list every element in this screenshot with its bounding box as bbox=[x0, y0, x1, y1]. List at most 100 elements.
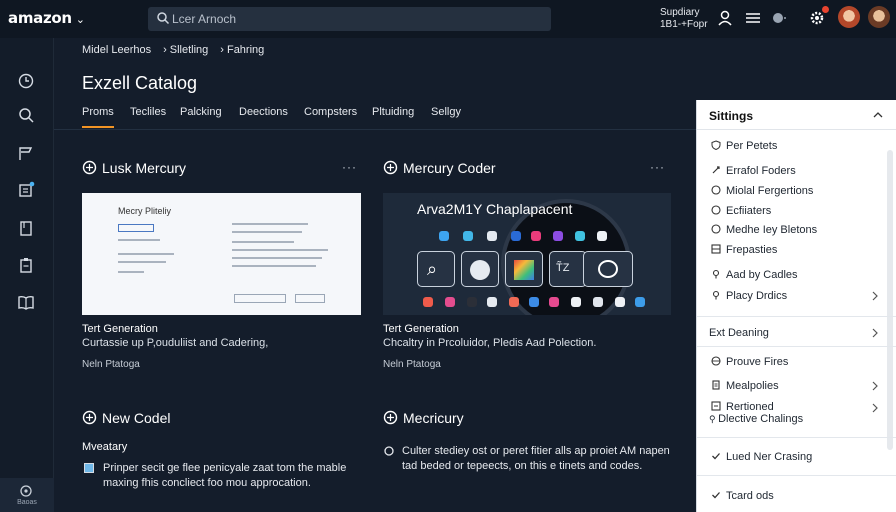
app-icon bbox=[445, 297, 455, 307]
clock-icon[interactable] bbox=[17, 72, 35, 90]
card-title-text: Mecricury bbox=[403, 410, 464, 426]
settings-item-label: Mealpolies bbox=[726, 380, 779, 392]
document-icon[interactable] bbox=[17, 219, 35, 237]
tab-proms[interactable]: Proms bbox=[82, 106, 114, 128]
card-body: Culter stediey ost or peret fitier alls … bbox=[402, 445, 670, 472]
chevron-up-icon[interactable] bbox=[873, 110, 883, 120]
rail-bottom-item[interactable]: Baoas bbox=[0, 478, 54, 512]
settings-item-label: Frepasties bbox=[726, 244, 778, 256]
circle-icon bbox=[711, 224, 721, 234]
tab-deections[interactable]: Deections bbox=[239, 106, 288, 128]
book-icon[interactable] bbox=[17, 293, 35, 311]
search-bar[interactable] bbox=[148, 7, 551, 31]
app-icon bbox=[509, 297, 519, 307]
thumbnail-button bbox=[234, 294, 286, 303]
account-line-2: 1B1-+Fopr bbox=[660, 19, 708, 30]
user-icon[interactable] bbox=[716, 9, 734, 27]
app-icon bbox=[597, 231, 607, 241]
thumbnail-title: Mecry Pliteliy bbox=[118, 206, 172, 216]
search-input[interactable] bbox=[172, 9, 532, 29]
more-options-button[interactable]: ··· bbox=[342, 160, 357, 174]
app-icon bbox=[463, 231, 473, 241]
breadcrumb-item-2[interactable]: Slletling bbox=[170, 44, 209, 56]
breadcrumb-item-1[interactable]: Midel Leerhos bbox=[82, 44, 151, 56]
app-icon bbox=[467, 297, 477, 307]
scrollbar[interactable] bbox=[887, 150, 893, 450]
settings-item-secondary[interactable]: ⚲ Dlective Chalings bbox=[709, 413, 803, 425]
settings-item[interactable]: Medhe Iey Bletons bbox=[711, 224, 817, 236]
avatar[interactable] bbox=[838, 6, 860, 28]
card-title-text: Lusk Mercury bbox=[102, 160, 187, 176]
settings-divider bbox=[697, 475, 896, 476]
card-heading: Mveatary bbox=[82, 441, 128, 453]
thumbnail-line bbox=[118, 253, 174, 255]
clipboard-icon[interactable] bbox=[17, 256, 35, 274]
card-meta: Neln Ptatoga bbox=[383, 359, 441, 370]
settings-item[interactable]: Frepasties bbox=[711, 244, 777, 256]
amazon-logo[interactable]: amazon ⌄ bbox=[8, 9, 85, 27]
breadcrumb-separator: › bbox=[163, 44, 167, 56]
card-thumbnail-lusk-mercury[interactable]: Mecry Pliteliy bbox=[82, 193, 361, 315]
card-title-mecricury[interactable]: Mecricury bbox=[383, 410, 464, 426]
flag-icon[interactable] bbox=[17, 144, 35, 162]
settings-item[interactable]: Placy Drdics bbox=[711, 290, 787, 302]
library-icon[interactable] bbox=[17, 181, 35, 199]
tab-sellgy[interactable]: Sellgy bbox=[431, 106, 461, 128]
card-description: Chcaltry in Prcoluidor, Pledis Aad Polec… bbox=[383, 337, 597, 349]
settings-divider bbox=[697, 437, 896, 438]
app-icon bbox=[531, 231, 541, 241]
thumbnail-title: Arva2M1Y Chaplapacent bbox=[417, 201, 573, 217]
tile-search: ⌕ bbox=[417, 251, 455, 287]
app-icon bbox=[593, 297, 603, 307]
radio-icon[interactable] bbox=[384, 446, 394, 456]
search-icon[interactable] bbox=[17, 106, 35, 124]
app-icon bbox=[529, 297, 539, 307]
settings-item[interactable]: Miolal Fergertions bbox=[711, 185, 813, 197]
chevron-right-icon[interactable] bbox=[871, 328, 879, 338]
menu-icon[interactable] bbox=[744, 9, 762, 27]
settings-item[interactable]: Ext Deaning bbox=[709, 327, 769, 339]
avatar-secondary[interactable] bbox=[868, 6, 890, 28]
settings-panel: Sittings Per Petets Errafol Foders Miola… bbox=[696, 100, 896, 512]
settings-item-label: Ext Deaning bbox=[709, 327, 769, 339]
settings-header[interactable]: Sittings bbox=[697, 100, 896, 130]
more-options-button[interactable]: ··· bbox=[650, 160, 665, 174]
thumbnail-line bbox=[232, 249, 328, 251]
settings-item[interactable]: Mealpolies bbox=[711, 380, 779, 392]
thumbnail-line bbox=[232, 265, 316, 267]
settings-item[interactable]: Lued Ner Crasing bbox=[711, 451, 812, 463]
tab-compsters[interactable]: Compsters bbox=[304, 106, 357, 128]
settings-item[interactable]: Ecfiiaters bbox=[711, 205, 771, 217]
settings-divider bbox=[697, 316, 896, 317]
check-icon bbox=[712, 453, 720, 460]
settings-item[interactable]: Aad by Cadles bbox=[711, 269, 798, 281]
check-icon bbox=[712, 492, 720, 499]
card-title-mercury-coder[interactable]: Mercury Coder bbox=[383, 160, 496, 176]
chevron-down-icon[interactable]: ⌄ bbox=[76, 14, 85, 26]
status-icon[interactable] bbox=[770, 9, 788, 27]
model-icon bbox=[383, 410, 398, 425]
chevron-right-icon[interactable] bbox=[871, 381, 879, 391]
card-subtitle: Tert Generation bbox=[383, 323, 459, 335]
thumbnail-line bbox=[232, 231, 302, 233]
settings-item[interactable]: Rertioned bbox=[711, 401, 774, 413]
tab-palcking[interactable]: Palcking bbox=[180, 106, 222, 128]
account-menu[interactable]: Supdiary 1B1-+Fopr bbox=[660, 7, 708, 31]
tile-camera bbox=[583, 251, 633, 287]
tab-tecliles[interactable]: Tecliles bbox=[130, 106, 166, 128]
app-icon bbox=[615, 297, 625, 307]
settings-item[interactable]: Per Petets bbox=[711, 140, 777, 152]
card-thumbnail-mercury-coder[interactable]: Arva2M1Y Chaplapacent ⌕ T̃Z bbox=[383, 193, 671, 315]
settings-item[interactable]: Tcard ods bbox=[711, 490, 774, 502]
model-icon bbox=[383, 160, 398, 175]
card-title-new-codel[interactable]: New Codel bbox=[82, 410, 170, 426]
tab-pltuiding[interactable]: Pltuiding bbox=[372, 106, 414, 128]
thumbnail-line bbox=[118, 261, 166, 263]
card-title-lusk-mercury[interactable]: Lusk Mercury bbox=[82, 160, 186, 176]
app-icon bbox=[511, 231, 521, 241]
breadcrumb-item-3[interactable]: Fahring bbox=[227, 44, 264, 56]
settings-item[interactable]: Prouve Fires bbox=[711, 356, 788, 368]
settings-item[interactable]: Errafol Foders bbox=[711, 165, 796, 177]
chevron-right-icon[interactable] bbox=[871, 403, 879, 413]
chevron-right-icon[interactable] bbox=[871, 291, 879, 301]
